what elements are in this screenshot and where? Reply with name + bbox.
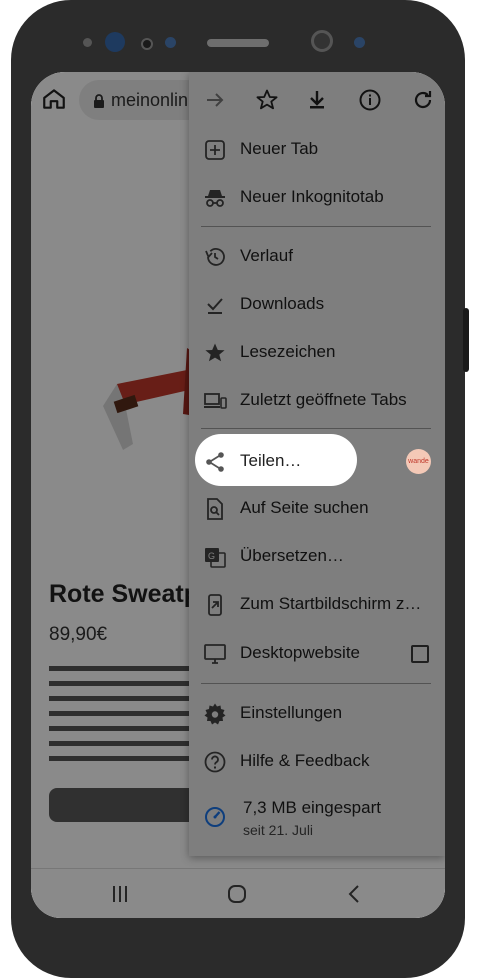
app-badge-avatar: wande [406, 449, 431, 474]
share-label: Teilen… [240, 451, 302, 470]
share-icon [206, 452, 224, 472]
screen: meinonlin Rote Sweatp 89,90€ Neuer Tab N… [31, 72, 445, 918]
app-badge-text: wande [408, 458, 429, 465]
side-button [463, 308, 469, 372]
speaker-grille [207, 39, 269, 47]
